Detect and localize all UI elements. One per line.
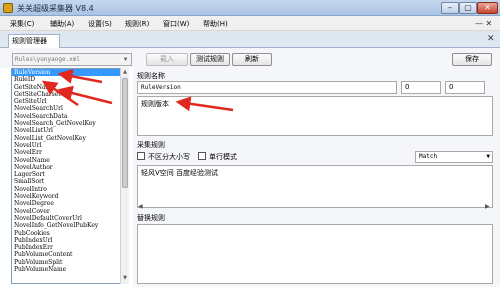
rule-list-item[interactable]: NovelSearchData — [12, 113, 128, 120]
app-icon — [3, 3, 13, 13]
menu-collect[interactable]: 采集(C) — [10, 19, 34, 29]
rule-list-item[interactable]: NovelDefaultCoverUrl — [12, 215, 128, 222]
rule-list-item[interactable]: NovelIntro — [12, 186, 128, 193]
collect-rule-area[interactable]: 轻风V空间 百度经验测试 — [137, 165, 493, 208]
chevron-down-icon[interactable]: ▼ — [121, 54, 130, 65]
rule-num-field-1[interactable]: 0 — [401, 81, 441, 94]
save-button[interactable]: 保存 — [452, 53, 492, 66]
collect-rule-label: 采集规则 — [137, 141, 165, 149]
rule-list-item[interactable]: SmallSort — [12, 178, 128, 185]
toolbar: Rules\yunyaoge.xml ▼ 载入 测试规则 刷新 保存 — [0, 48, 500, 68]
rule-list-item[interactable]: PubIndexErr — [12, 244, 128, 251]
rule-list-item[interactable]: NovelCover — [12, 208, 128, 215]
rule-list-item[interactable]: PubVolumeContent — [12, 251, 128, 258]
rule-list-item[interactable]: NovelInfo_GetNovelPubKey — [12, 222, 128, 229]
maximize-button[interactable]: ▢ — [459, 2, 477, 14]
single-line-label: 单行模式 — [209, 153, 237, 161]
scroll-left-icon[interactable]: ◀ — [138, 203, 143, 210]
menu-settings[interactable]: 设置(S) — [88, 19, 112, 29]
tab-strip: 规则管理器 ✕ — [0, 31, 500, 48]
rule-list-item[interactable]: NovelKeyword — [12, 193, 128, 200]
rule-list-item[interactable]: GetSiteCharset — [12, 91, 128, 98]
rule-list-item[interactable]: GetSiteName — [12, 84, 128, 91]
refresh-button[interactable]: 刷新 — [232, 53, 272, 66]
single-line-checkbox[interactable] — [198, 152, 206, 160]
load-button[interactable]: 载入 — [146, 53, 188, 66]
rule-list-scrollbar[interactable]: ▲ ▼ — [120, 68, 129, 284]
close-button[interactable]: ✕ — [477, 2, 498, 14]
rule-list-item[interactable]: RuleID — [12, 76, 128, 83]
tab-close-icon[interactable]: ✕ — [487, 34, 495, 44]
rule-list-item[interactable]: NovelListUrl — [12, 127, 128, 134]
menu-assist[interactable]: 辅助(A) — [50, 19, 74, 29]
scroll-right-icon[interactable]: ▶ — [485, 203, 490, 210]
rule-list-item[interactable]: PubCookies — [12, 230, 128, 237]
rule-list-item[interactable]: NovelAuthor — [12, 164, 128, 171]
title-bar: 关关超级采集器 V8.4 – ▢ ✕ — [0, 0, 500, 16]
rule-list-item[interactable]: NovelName — [12, 157, 128, 164]
rule-file-combo[interactable]: Rules\yunyaoge.xml ▼ — [12, 53, 132, 66]
minimize-button[interactable]: – — [441, 2, 459, 14]
rule-list-item[interactable]: NovelSearchUrl — [12, 105, 128, 112]
scroll-down-icon[interactable]: ▼ — [121, 275, 129, 283]
match-mode-value: Match — [419, 153, 438, 160]
ignore-case-checkbox[interactable] — [137, 152, 145, 160]
menu-rules[interactable]: 规则(R) — [125, 19, 149, 29]
menu-bar: 采集(C) 辅助(A) 设置(S) 规则(R) 窗口(W) 帮助(H) — ✕ — [0, 16, 500, 31]
tab-rule-manager[interactable]: 规则管理器 — [8, 34, 60, 48]
rule-list-item[interactable]: GetSiteUrl — [12, 98, 128, 105]
rule-list-item[interactable]: RuleVersion — [12, 69, 128, 77]
rule-list-item[interactable]: PubVolumeName — [12, 266, 128, 273]
rule-list-item[interactable]: NovelErr — [12, 149, 128, 156]
rule-list[interactable]: RuleVersion RuleID GetSiteName GetSiteChars… — [11, 68, 129, 284]
rule-description-text: 规则版本 — [141, 100, 169, 108]
rule-file-value: Rules\yunyaoge.xml — [15, 56, 81, 63]
menu-window[interactable]: 窗口(W) — [163, 19, 189, 29]
replace-rule-label: 替换规则 — [137, 214, 165, 222]
rule-list-item[interactable]: NovelList_GetNovelKey — [12, 135, 128, 142]
match-mode-select[interactable]: Match ▼ — [415, 151, 493, 163]
chevron-down-icon: ▼ — [486, 153, 490, 160]
rule-editor-panel: 规则名称 RuleVersion 0 0 规则版本 采集规则 不区分大小写 单行… — [133, 68, 500, 287]
ignore-case-label: 不区分大小写 — [148, 153, 190, 161]
replace-rule-area[interactable] — [137, 224, 493, 284]
collect-rule-text: 轻风V空间 百度经验测试 — [141, 169, 219, 177]
rule-name-field[interactable]: RuleVersion — [137, 81, 397, 94]
test-rule-button[interactable]: 测试规则 — [190, 53, 230, 66]
scroll-thumb[interactable] — [122, 78, 128, 188]
rule-list-item[interactable]: NovelSearch_GetNovelKey — [12, 120, 128, 127]
menu-help[interactable]: 帮助(H) — [203, 19, 228, 29]
rule-name-label: 规则名称 — [137, 72, 165, 80]
rule-list-item[interactable]: PubVolumeSplit — [12, 259, 128, 266]
rule-description-area[interactable]: 规则版本 — [137, 96, 493, 136]
window-title: 关关超级采集器 V8.4 — [17, 4, 94, 13]
scroll-up-icon[interactable]: ▲ — [121, 69, 129, 77]
rule-list-item[interactable]: NovelDegree — [12, 200, 128, 207]
rule-num-field-2[interactable]: 0 — [445, 81, 485, 94]
rule-list-item[interactable]: NovelUrl — [12, 142, 128, 149]
rule-list-item[interactable]: LagerSort — [12, 171, 128, 178]
mdi-controls[interactable]: — ✕ — [475, 19, 492, 28]
rule-list-item[interactable]: PubIndexUrl — [12, 237, 128, 244]
